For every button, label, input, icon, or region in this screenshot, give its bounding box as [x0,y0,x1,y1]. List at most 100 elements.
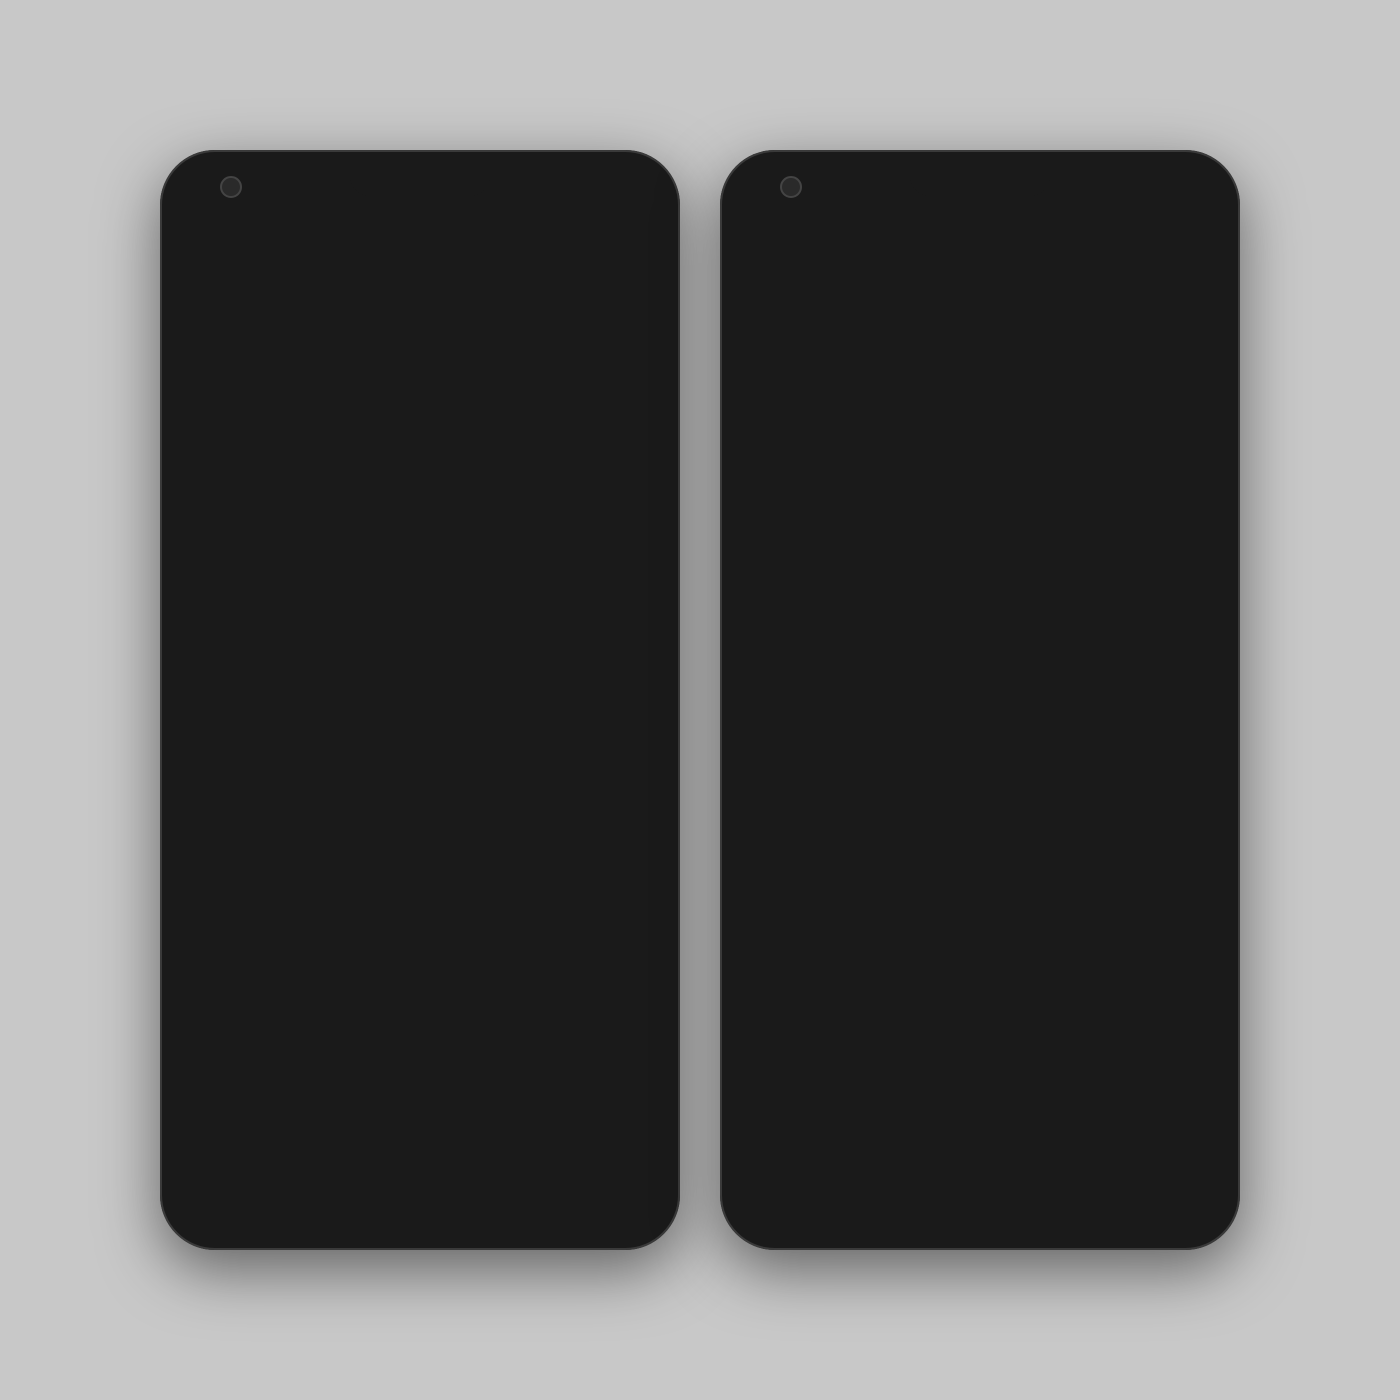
user-avatar-right[interactable]: E [1174,246,1210,282]
globe-icon: 🌐 [190,732,207,749]
tab-switcher-right[interactable]: :D [1158,202,1182,226]
menu-button-right[interactable]: ⋮ [1192,204,1212,225]
cnn-article-title: 8 takeaways from the government's big UF… [750,403,1108,445]
wifi-icon: ▼ [600,174,613,189]
news-thumb-2: UFO REPORT [750,645,830,710]
news-item-1[interactable]: N Nextgov Experts Assess the Unexplained… [734,528,1226,633]
accessibility-button-right[interactable]: ♿ [1126,1185,1153,1211]
tab-videos-right[interactable]: Videos [852,341,920,372]
back-button-left[interactable]: ‹ [246,1186,253,1209]
source-badge-item-1: N Nextgov [842,540,1210,556]
source-label-1: Nextgov [222,558,262,570]
news-item-2[interactable]: UFO REPORT 13 KOLD University of Arizona… [734,633,1226,738]
accessibility-button-left[interactable]: ♿ [566,1185,593,1211]
svg-text:ARLOWE·JOAN TAYLOR: ARLOWE·JOAN TAYLOR [1136,448,1194,454]
screen-right: 10:00 ▼ ▲ ▐ ⌂ 🔒 google.com/search?q=ufo+… [734,164,1226,1236]
url-bar-left[interactable]: ⌂ 🔒 google.com/search?q=ufo+repc :D ⋮ [174,195,666,234]
screen-left: 10:00 ▼ ▲ ▐ ⌂ 🔒 google.com/search?q=ufo+… [174,164,666,1236]
battery-icon-right: ▐ [1193,175,1202,189]
tab-all-left[interactable]: All [188,340,233,371]
pdf-badge: PDF [363,734,391,747]
cnn-article-time: 2 days ago [750,449,1108,463]
url-bar-right[interactable]: ⌂ 🔒 google.com/search?q=ufo+repc :D ⋮ [734,195,1226,234]
status-bar-right: 10:00 ▼ ▲ ▐ [734,164,1226,195]
story-title-1: Experts Assess the Unexplained in Govern… [201,576,403,612]
story-img-alien: HUGH MARLOWE · JOAN [427,418,649,548]
story-card-1[interactable]: N Nextgov Experts Assess the Unexplained… [190,417,414,643]
google-logo-right: Google [929,248,1013,280]
more-news-button[interactable]: More News › [190,661,650,701]
thumb-ufo-svg-3 [750,750,830,815]
top-stories-heading: Top stories [174,372,666,417]
hamburger-icon-right[interactable]: ☰ [750,252,768,277]
back-button-right[interactable]: ‹ [806,1186,813,1209]
story-body-1: N Nextgov Experts Assess the Unexplained… [191,548,413,642]
tab-images-left[interactable]: Images [361,340,432,371]
url-text-right: google.com/search?q=ufo+repc [799,207,1136,221]
news-title-2: University of Arizona astronomer weighs … [842,665,1210,707]
status-icons-left: ▼ ▲ ▐ [600,174,642,189]
cnn-article-text: CNN 8 takeaways from the government's bi… [750,387,1108,463]
home-pill-left[interactable] [370,1195,450,1200]
tab-videos-left[interactable]: Videos [293,340,361,371]
news-time-1: 1 day ago [842,606,1210,620]
alien-image-svg: HUGH MARLOWE · JOAN [458,418,618,548]
tab-maps-right[interactable]: Maps [991,341,1051,372]
nextgov-icon-1: N [842,540,858,556]
more-news-arrow: › [457,673,462,689]
stories-row-left: N Nextgov Experts Assess the Unexplained… [174,417,666,657]
home-button-left[interactable]: ⌂ [188,204,199,225]
kold-label: KOLD [864,647,895,659]
camera-left [220,176,242,198]
search-bar-right[interactable]: 🔍 ufo report ✕ [748,290,1212,329]
tab-maps-left[interactable]: Maps [431,340,491,371]
signal-icon: ▲ [617,174,630,189]
hamburger-icon-left[interactable]: ☰ [190,252,208,277]
status-bar-left: 10:00 ▼ ▲ ▐ [174,164,666,195]
result-title-1[interactable]: Preliminary Assessment - Office of the D… [190,755,650,800]
source-badge-item-3: 3 Eyewitness News 3 [842,750,1210,766]
menu-button-left[interactable]: ⋮ [632,204,652,225]
thumb-ufo-svg-2: UFO REPORT [750,645,830,710]
right-phone: 10:00 ▼ ▲ ▐ ⌂ 🔒 google.com/search?q=ufo+… [720,150,1240,1250]
news-thumb-1 [750,540,830,605]
bottom-nav-left: ‹ ♿ [188,1172,652,1222]
tab-news-left[interactable]: News [233,340,294,371]
tab-images-right[interactable]: Images [920,341,991,372]
story-card-2[interactable]: HUGH MARLOWE · JOAN CNN 8 takeaways from… [426,417,650,643]
news-item-3[interactable]: 3 Eyewitness News 3 US intelligence comm… [734,738,1226,829]
tab-all-right[interactable]: All [748,341,790,372]
url-field-right[interactable]: 🔒 google.com/search?q=ufo+repc [769,201,1148,227]
kold-icon: 13 [842,645,860,661]
story-body-2: CNN 8 takeaways from the government's bi… [427,548,649,638]
mic-icon-left[interactable]: 🎤 [617,299,637,319]
web-result-1[interactable]: 🌐 https://www.dni.gov › ODNI PDF ⋮ Preli… [174,717,666,812]
wifi-icon-right: ▼ [1160,174,1173,189]
url-field-left[interactable]: 🔒 google.com/search?q=ufo+repc [209,201,588,227]
user-avatar-left[interactable]: E [614,246,650,282]
cnn-icon: CNN [437,556,461,568]
tab-shopping-left[interactable]: Shopping [491,340,574,371]
cnn-top-article[interactable]: CNN 8 takeaways from the government's bi… [734,373,1226,478]
url-text-left: google.com/search?q=ufo+repc [239,207,576,221]
source-badge-2: CNN [437,556,639,568]
home-button-right[interactable]: ⌂ [748,204,759,225]
search-query-left: ufo report [233,301,607,318]
home-pill-right[interactable] [930,1195,1010,1200]
google-header-right: ☰ Google E [734,234,1226,290]
result-url-text: https://www.dni.gov › ODNI [213,734,357,748]
tab-shopping-right[interactable]: Shopping [1050,341,1133,372]
tab-news-right[interactable]: News [790,341,852,372]
search-bar-left[interactable]: 🔍 ufo report 🎤 [188,290,652,328]
story-title-2: 8 takeaways from the government's big UF… [437,572,639,608]
battery-icon: ▐ [633,175,642,189]
clear-icon-right[interactable]: ✕ [1182,299,1197,320]
tab-switcher-left[interactable]: :D [598,202,622,226]
result-menu[interactable]: ⋮ [632,730,650,751]
result-url-1: 🌐 https://www.dni.gov › ODNI PDF ⋮ [190,730,650,751]
news-content-1: N Nextgov Experts Assess the Unexplained… [842,540,1210,620]
story-time-2: 2 days ago [437,614,639,626]
lock-icon-right: 🔒 [781,209,793,220]
thumb-ufo-dark-3 [750,750,830,815]
search-icon-right: 🔍 [763,300,783,320]
